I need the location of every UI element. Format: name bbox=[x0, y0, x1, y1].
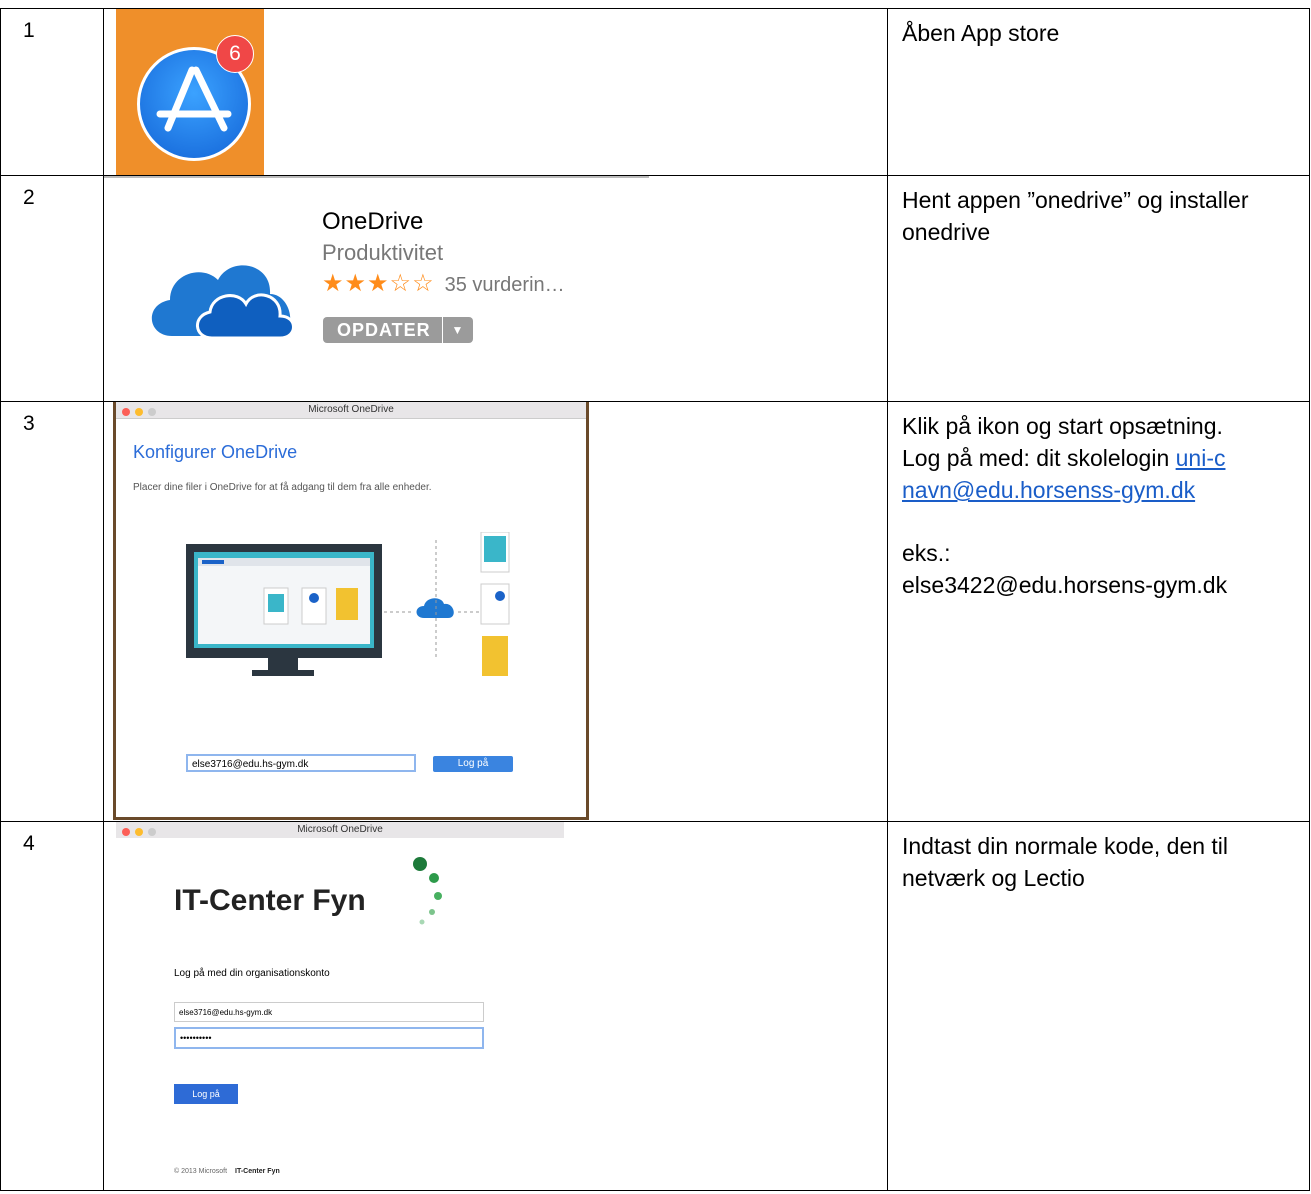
instruction-table: 1 6 Åben App store 2 OneDrive Produktivi… bbox=[0, 8, 1310, 1191]
setup-description: Placer dine filer i OneDrive for at få a… bbox=[133, 482, 432, 493]
window-controls bbox=[122, 826, 161, 842]
it-center-logo: IT-Center Fyn bbox=[174, 884, 366, 917]
window-title: Microsoft OneDrive bbox=[297, 824, 383, 835]
minimize-icon[interactable] bbox=[135, 408, 143, 416]
step-image: Microsoft OneDrive Konfigurer OneDrive P… bbox=[103, 401, 888, 822]
footer: © 2013 Microsoft IT-Center Fyn bbox=[174, 1168, 280, 1175]
update-button[interactable]: OPDATER ▼ bbox=[323, 317, 473, 343]
step-number: 1 bbox=[0, 8, 104, 176]
email-field[interactable]: else3716@edu.hs-gym.dk bbox=[186, 754, 416, 772]
minimize-icon[interactable] bbox=[135, 828, 143, 836]
close-icon[interactable] bbox=[122, 828, 130, 836]
step-instruction: Klik på ikon og start opsætning. Log på … bbox=[887, 401, 1310, 822]
zoom-icon[interactable] bbox=[148, 408, 156, 416]
example-label: eks.: bbox=[902, 539, 951, 566]
onedrive-cloud-icon bbox=[151, 265, 295, 340]
star-rating: ★★★☆☆ 35 vurderin… bbox=[322, 270, 565, 297]
step-image: 6 bbox=[103, 8, 888, 176]
sync-illustration bbox=[186, 532, 510, 676]
table-row: 3 Microsoft OneDrive Konfigurer OneDrive… bbox=[0, 401, 1310, 822]
table-row: 4 Microsoft OneDrive IT-Center Fyn Log p… bbox=[0, 821, 1310, 1191]
rating-count: 35 vurderin… bbox=[444, 274, 565, 296]
step-instruction: Indtast din normale kode, den til netvær… bbox=[887, 821, 1310, 1191]
password-field[interactable]: •••••••••• bbox=[174, 1027, 484, 1049]
window-controls bbox=[122, 406, 161, 422]
login-prompt: Log på med din organisationskonto bbox=[174, 968, 330, 979]
step-number: 2 bbox=[0, 175, 104, 402]
close-icon[interactable] bbox=[122, 408, 130, 416]
step-instruction: Åben App store bbox=[887, 8, 1310, 176]
app-store-icon: 6 bbox=[116, 9, 264, 175]
window-title: Microsoft OneDrive bbox=[308, 404, 394, 415]
app-name: OneDrive bbox=[322, 208, 424, 235]
table-row: 1 6 Åben App store bbox=[0, 8, 1310, 176]
notification-badge: 6 bbox=[216, 35, 254, 73]
step-number: 3 bbox=[0, 401, 104, 822]
login-button[interactable]: Log på bbox=[174, 1084, 238, 1104]
login-button[interactable]: Log på bbox=[433, 756, 513, 772]
logo-dots-icon bbox=[413, 857, 442, 925]
window-titlebar: Microsoft OneDrive bbox=[116, 822, 564, 838]
setup-heading: Konfigurer OneDrive bbox=[133, 442, 298, 462]
step-image: Microsoft OneDrive IT-Center Fyn Log på … bbox=[103, 821, 888, 1191]
step-instruction: Hent appen ”onedrive” og installer onedr… bbox=[887, 175, 1310, 402]
table-row: 2 OneDrive Produktivitet ★★★☆☆ 35 vurderi… bbox=[0, 175, 1310, 402]
step-image: OneDrive Produktivitet ★★★☆☆ 35 vurderin…… bbox=[103, 175, 888, 402]
example-email: else3422@edu.horsens-gym.dk bbox=[902, 571, 1228, 598]
chevron-down-icon[interactable]: ▼ bbox=[442, 317, 473, 343]
username-field[interactable]: else3716@edu.hs-gym.dk bbox=[174, 1002, 484, 1022]
app-category: Produktivitet bbox=[322, 240, 444, 265]
onedrive-setup-window: Microsoft OneDrive Konfigurer OneDrive P… bbox=[116, 402, 586, 817]
zoom-icon[interactable] bbox=[148, 828, 156, 836]
step-number: 4 bbox=[0, 821, 104, 1191]
